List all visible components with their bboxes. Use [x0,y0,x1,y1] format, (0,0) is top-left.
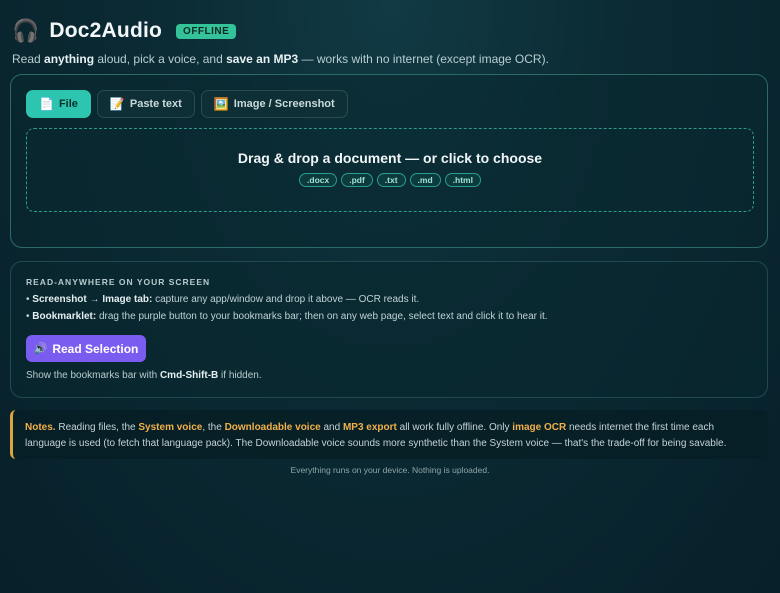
notes-highlight: MP3 export [342,422,397,433]
headphones-icon: 🎧 [12,18,40,43]
tab-label: Paste text [129,98,182,110]
format-chip-md: .md [409,172,441,187]
format-chips: .docx .pdf .txt .md .html [299,172,481,187]
input-tabs: 📄 File 📝 Paste text 🖼️ Image / Screensho… [26,90,348,118]
read-anywhere-heading: READ-ANYWHERE ON YOUR SCREEN [26,277,211,287]
file-dropzone[interactable]: Drag & drop a document — or click to cho… [26,128,754,212]
notes-text: all work fully offline. Only [396,422,513,433]
hint-text: Show the bookmarks bar with [26,370,160,381]
notes-text: Reading files, the [55,422,139,433]
arrow-icon: → [86,294,103,305]
app-subtitle: Read anything aloud, pick a voice, and s… [12,52,549,66]
notes-text: , the [202,422,225,433]
hint-text: if hidden. [218,370,262,381]
read-anywhere-card: READ-ANYWHERE ON YOUR SCREEN • Screensho… [10,261,768,398]
shortcut-text: Cmd-Shift-B [159,370,219,381]
footer-text: Everything runs on your device. Nothing … [290,465,490,475]
read-selection-button[interactable]: 🔊 Read Selection [26,335,146,362]
format-chip-txt: .txt [376,172,406,187]
tip-text: capture any app/window and drop it above… [152,294,420,305]
bookmarks-bar-hint: Show the bookmarks bar with Cmd-Shift-B … [26,370,262,381]
format-chip-docx: .docx [299,172,338,187]
input-card: 📄 File 📝 Paste text 🖼️ Image / Screensho… [10,74,768,248]
notes-panel: Notes. Reading files, the System voice, … [10,410,768,459]
notes-label: Notes. [25,422,56,433]
picture-icon: 🖼️ [213,97,229,111]
app-title: Doc2Audio [49,19,163,42]
dropzone-title: Drag & drop a document — or click to cho… [237,149,543,166]
tab-image-screenshot[interactable]: 🖼️ Image / Screenshot [200,90,348,118]
bookmarklet-tip: • Bookmarklet: drag the purple button to… [26,311,548,322]
notes-highlight: Downloadable voice [224,422,321,433]
memo-icon: 📝 [109,97,125,111]
format-chip-pdf: .pdf [341,172,373,187]
format-chip-html: .html [444,172,481,187]
tip-emphasis: Bookmarklet: [32,311,97,322]
title-row: 🎧 Doc2Audio OFFLINE [12,18,549,44]
notes-text: and [320,422,343,433]
notes-highlight: image OCR [512,422,567,433]
offline-badge: OFFLINE [176,23,237,39]
tip-emphasis: Screenshot [32,294,87,305]
subtitle-emphasis: save an MP3 [226,52,299,66]
app-header: 🎧 Doc2Audio OFFLINE Read anything aloud,… [12,18,549,66]
subtitle-emphasis: anything [44,52,95,66]
tab-file[interactable]: 📄 File [26,90,91,118]
tab-paste-text[interactable]: 📝 Paste text [96,90,195,118]
screenshot-tip: • Screenshot → Image tab: capture any ap… [26,294,419,305]
read-selection-label: Read Selection [52,341,139,356]
tab-label: Image / Screenshot [233,98,335,110]
tip-emphasis: Image tab: [102,294,153,305]
subtitle-text: Read [12,52,45,66]
tab-label: File [58,98,78,110]
tip-text: drag the purple button to your bookmarks… [96,311,548,322]
document-icon: 📄 [39,97,54,111]
subtitle-text: — works with no internet (except image O… [298,52,549,66]
subtitle-text: aloud, pick a voice, and [94,52,227,66]
notes-highlight: System voice [138,422,203,433]
speaker-icon: 🔊 [33,343,48,355]
